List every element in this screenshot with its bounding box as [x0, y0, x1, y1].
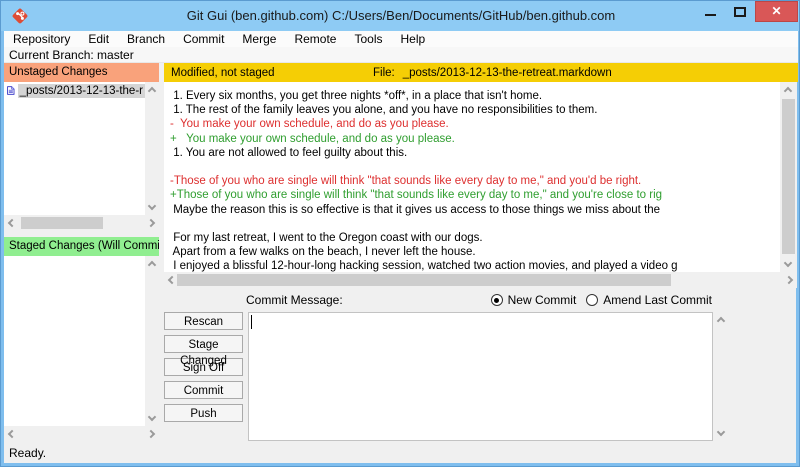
scroll-left-icon[interactable]: [8, 430, 16, 438]
diff-line-ctx: Apart from a few walks on the beach, I n…: [170, 245, 678, 259]
diff-line-add: +Those of you who are single will think …: [170, 188, 678, 202]
unstaged-vertical-scrollbar[interactable]: [145, 82, 159, 215]
diff-line-ctx: 1. You are not allowed to feel guilty ab…: [170, 146, 678, 160]
diff-line-add: + You make your own schedule, and do as …: [170, 132, 678, 146]
menu-remote[interactable]: Remote: [285, 31, 345, 47]
scroll-up-icon[interactable]: [717, 317, 725, 325]
staged-changes-header: Staged Changes (Will Commit): [4, 237, 159, 256]
maximize-icon: [734, 7, 746, 17]
scroll-up-icon[interactable]: [784, 87, 792, 95]
commit-type-radio-group: New Commit Amend Last Commit: [1, 293, 712, 307]
scrollbar-thumb[interactable]: [21, 217, 103, 229]
title-bar[interactable]: Git Gui (ben.github.com) C:/Users/Ben/Do…: [1, 1, 800, 31]
text-caret: [251, 315, 252, 329]
menu-help[interactable]: Help: [391, 31, 434, 47]
scroll-down-icon[interactable]: [784, 259, 792, 267]
scroll-down-icon[interactable]: [717, 428, 725, 436]
scroll-right-icon[interactable]: [147, 219, 155, 227]
scroll-up-icon[interactable]: [148, 261, 156, 269]
menu-tools[interactable]: Tools: [345, 31, 391, 47]
minimize-button[interactable]: [698, 1, 724, 23]
diff-line-ctx: 1. The rest of the family leaves you alo…: [170, 103, 678, 117]
menu-repository[interactable]: Repository: [4, 31, 79, 47]
file-icon: [7, 83, 15, 98]
scroll-right-icon[interactable]: [147, 430, 155, 438]
scroll-right-icon[interactable]: [785, 276, 793, 284]
unstaged-changes-header: Unstaged Changes: [4, 63, 159, 82]
diff-line-ctx: I enjoyed a blissful 12-hour-long hackin…: [170, 259, 678, 272]
unstaged-horizontal-scrollbar[interactable]: [4, 215, 159, 232]
diff-line-ctx: [170, 217, 678, 231]
file-label: File:: [373, 67, 395, 79]
diff-header: Modified, not staged File: _posts/2013-12…: [164, 63, 798, 82]
radio-label: Amend Last Commit: [603, 293, 712, 307]
diff-vertical-scrollbar[interactable]: [780, 82, 797, 272]
push-button[interactable]: Push: [164, 404, 243, 422]
diff-file-label: File: _posts/2013-12-13-the-retreat.markd…: [373, 67, 612, 79]
diff-line-ctx: 1. Every six months, you get three night…: [170, 89, 678, 103]
diff-lines: 1. Every six months, you get three night…: [170, 89, 678, 272]
staged-vertical-scrollbar[interactable]: [145, 256, 159, 426]
scrollbar-thumb[interactable]: [782, 99, 795, 254]
radio-label: New Commit: [508, 293, 577, 307]
diff-view[interactable]: 1. Every six months, you get three night…: [164, 82, 780, 272]
staged-file-list[interactable]: [4, 256, 145, 426]
status-bar: Ready.: [4, 443, 798, 464]
git-gui-window: Git Gui (ben.github.com) C:/Users/Ben/Do…: [0, 0, 800, 467]
file-name: _posts/2013-12-13-the-r: [18, 84, 145, 98]
menu-branch[interactable]: Branch: [118, 31, 174, 47]
diff-line-ctx: Maybe the reason this is so effective is…: [170, 203, 678, 217]
commit-vertical-scrollbar[interactable]: [714, 312, 730, 441]
stage-changed-button[interactable]: Stage Changed: [164, 335, 243, 353]
close-button[interactable]: ✕: [755, 1, 798, 22]
scroll-left-icon[interactable]: [8, 219, 16, 227]
diff-line-del: -Those of you who are single will think …: [170, 174, 678, 188]
diff-line-del: - You make your own schedule, and do as …: [170, 117, 678, 131]
scroll-up-icon[interactable]: [148, 87, 156, 95]
scrollbar-thumb[interactable]: [177, 274, 671, 286]
diff-line-ctx: [170, 160, 678, 174]
maximize-button[interactable]: [727, 1, 753, 23]
minimize-icon: [705, 14, 716, 16]
menu-commit[interactable]: Commit: [174, 31, 233, 47]
scroll-left-icon[interactable]: [168, 276, 176, 284]
current-branch-bar: Current Branch: master: [4, 47, 798, 63]
rescan-button[interactable]: Rescan: [164, 312, 243, 330]
radio-amend-last-commit[interactable]: Amend Last Commit: [586, 293, 712, 307]
radio-icon: [491, 294, 503, 306]
menu-edit[interactable]: Edit: [79, 31, 118, 47]
action-button-column: Rescan Stage Changed Sign Off Commit Push: [164, 312, 243, 427]
radio-new-commit[interactable]: New Commit: [491, 293, 577, 307]
diff-status-label: Modified, not staged: [164, 67, 275, 79]
diff-line-ctx: For my last retreat, I went to the Orego…: [170, 231, 678, 245]
commit-message-input[interactable]: [248, 312, 713, 441]
scroll-down-icon[interactable]: [148, 413, 156, 421]
file-row[interactable]: _posts/2013-12-13-the-r: [4, 82, 145, 99]
file-path: _posts/2013-12-13-the-retreat.markdown: [403, 67, 612, 79]
scroll-down-icon[interactable]: [148, 202, 156, 210]
menu-bar: RepositoryEditBranchCommitMergeRemoteToo…: [4, 31, 798, 47]
unstaged-file-list[interactable]: _posts/2013-12-13-the-r: [4, 82, 145, 215]
diff-horizontal-scrollbar[interactable]: [164, 272, 797, 288]
menu-merge[interactable]: Merge: [233, 31, 285, 47]
staged-horizontal-scrollbar[interactable]: [4, 426, 159, 443]
radio-icon: [586, 294, 598, 306]
sign-off-button[interactable]: Sign Off: [164, 358, 243, 376]
window-title: Git Gui (ben.github.com) C:/Users/Ben/Do…: [1, 8, 800, 23]
commit-button[interactable]: Commit: [164, 381, 243, 399]
